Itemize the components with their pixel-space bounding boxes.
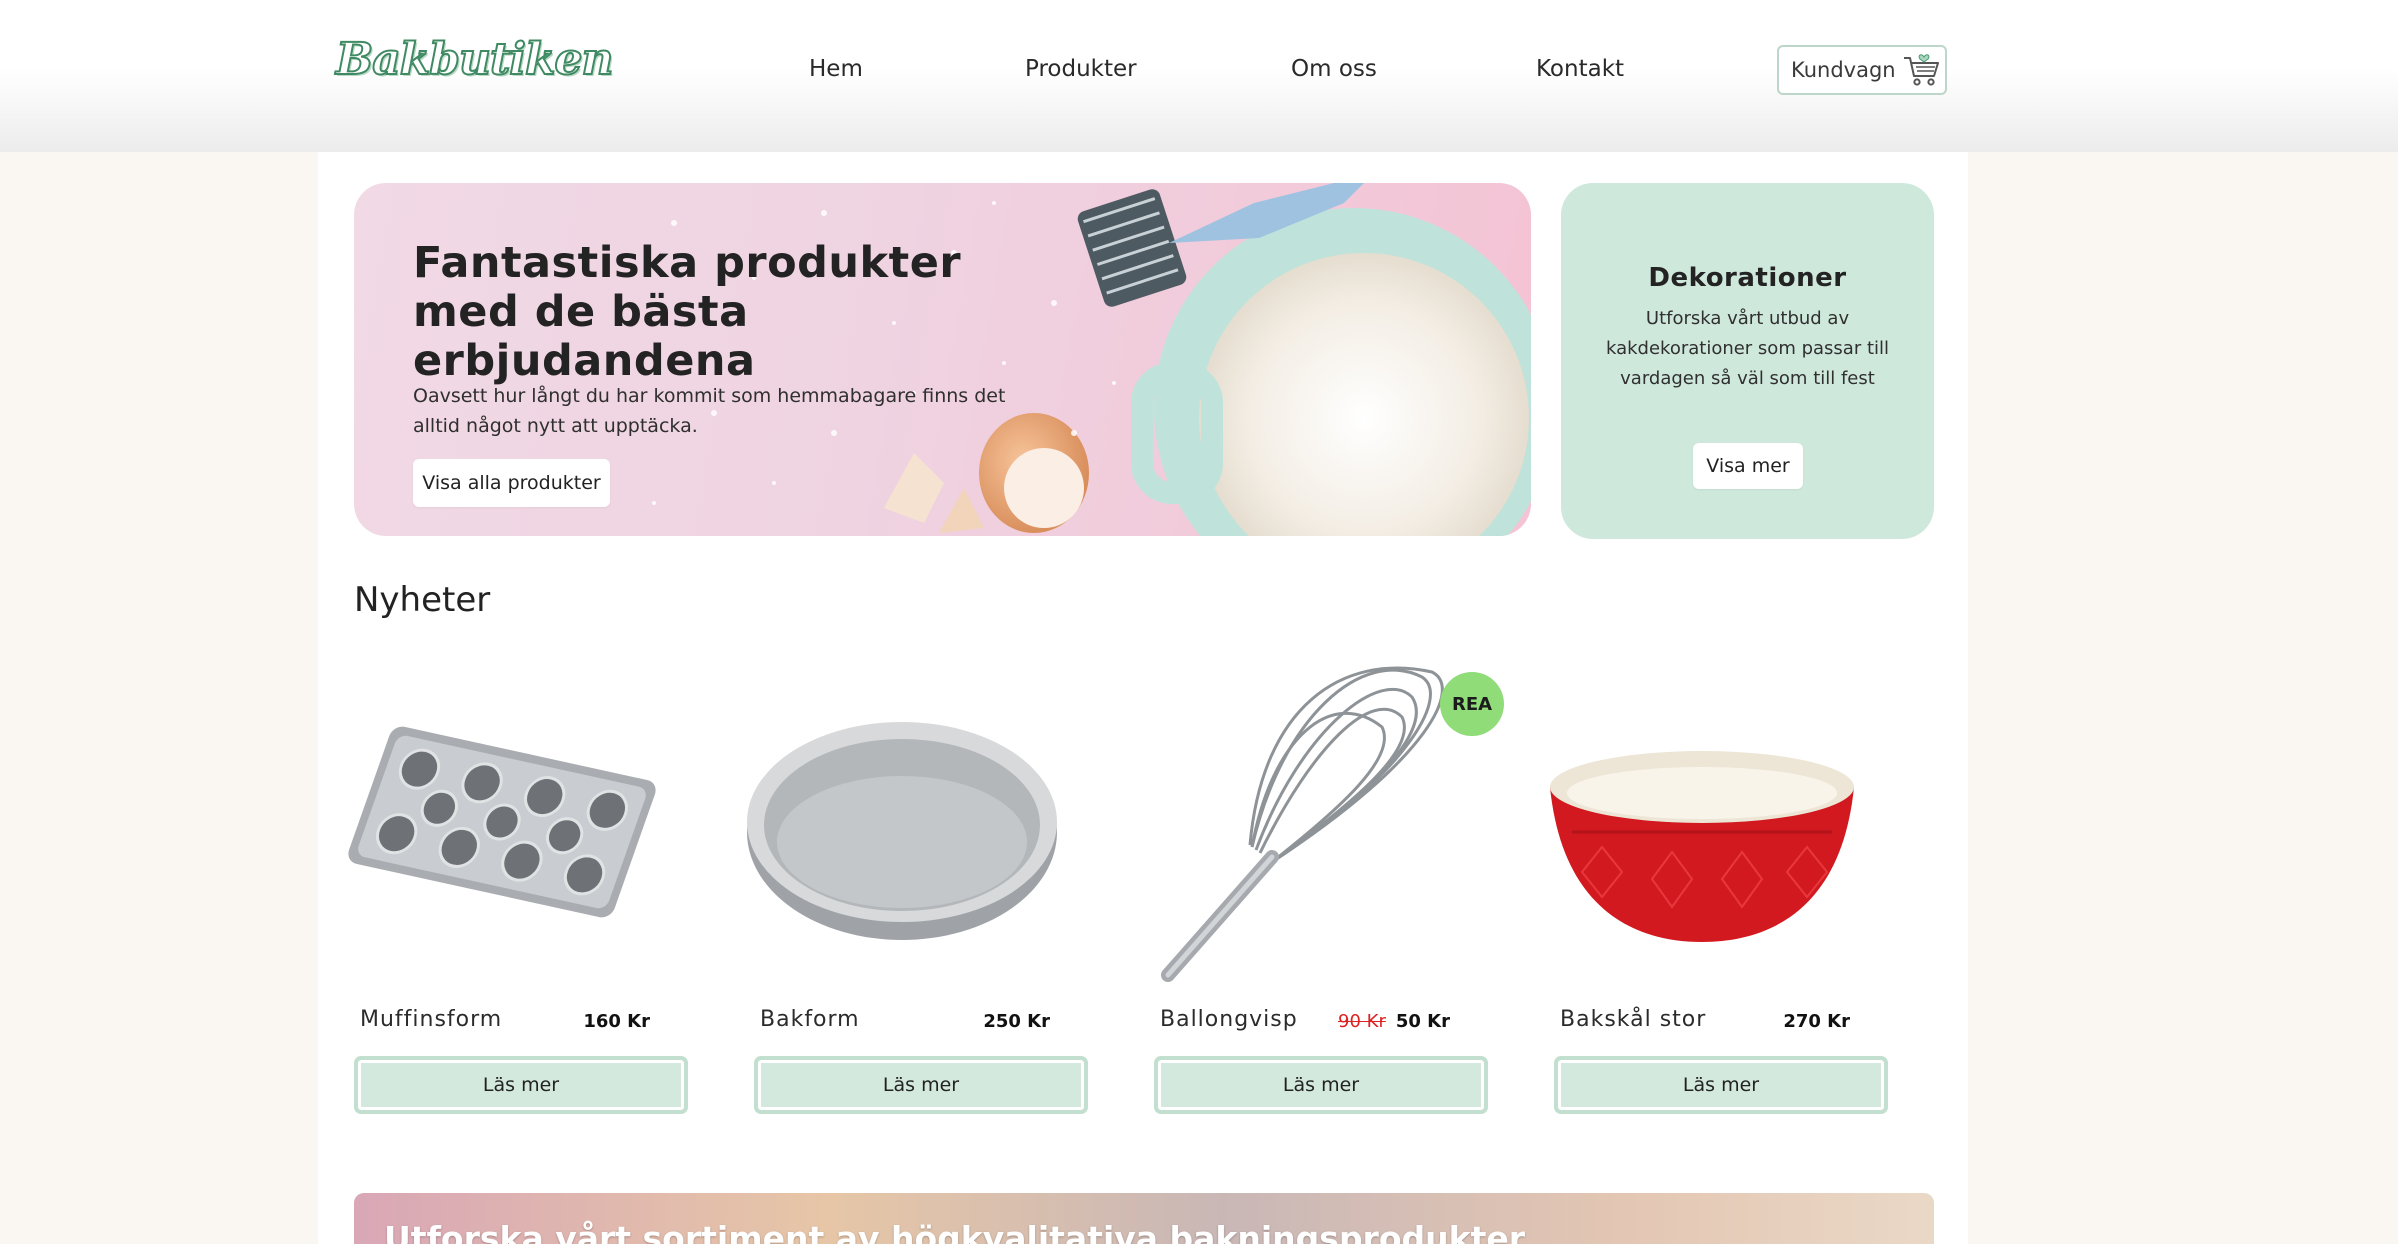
decorations-card: Dekorationer Utforska vårt utbud av kakd… [1561, 183, 1934, 539]
product-price: 270 Kr [1783, 1011, 1850, 1032]
read-more-button[interactable]: Läs mer [1154, 1056, 1488, 1114]
product-card: Bakskål stor 270 Kr Läs mer [1532, 657, 1888, 1127]
hero-description: Oavsett hur långt du har kommit som hemm… [413, 385, 1006, 437]
whisk-image[interactable] [1132, 657, 1472, 987]
nav-link-about[interactable]: Om oss [1291, 56, 1377, 82]
decorations-title: Dekorationer [1648, 263, 1847, 293]
main-content: Fantastiska produkter med de bästa erbju… [318, 152, 1968, 1244]
product-card: Muffinsform 160 Kr Läs mer [332, 657, 688, 1127]
decorations-description: Utforska vårt utbud av kakdekorationer s… [1605, 308, 1890, 389]
mixing-bowl-image[interactable] [1532, 657, 1872, 987]
sale-badge: REA [1440, 672, 1504, 736]
product-name: Ballongvisp [1160, 1007, 1298, 1032]
cart-button[interactable]: Kundvagn [1777, 45, 1947, 95]
read-more-button[interactable]: Läs mer [354, 1056, 688, 1114]
cart-label: Kundvagn [1791, 58, 1896, 82]
cart-icon [1903, 54, 1939, 86]
muffin-tin-image[interactable] [332, 657, 672, 987]
product-price: 90 Kr 50 Kr [1338, 1011, 1450, 1032]
product-name: Bakform [760, 1007, 860, 1032]
sale-price: 50 Kr [1395, 1011, 1450, 1032]
hero-title: Fantastiska produkter med de bästa erbju… [413, 238, 962, 386]
product-name: Bakskål stor [1560, 1007, 1707, 1032]
site-header: Bakbutiken Hem Produkter Om oss Kontakt … [0, 0, 2398, 152]
product-price: 160 Kr [583, 1011, 650, 1032]
product-card: Bakform 250 Kr Läs mer [732, 657, 1088, 1127]
cake-pan-image[interactable] [732, 657, 1072, 987]
view-more-decorations-button[interactable]: Visa mer [1693, 443, 1803, 489]
site-logo[interactable]: Bakbutiken [335, 33, 614, 86]
nav-link-home[interactable]: Hem [809, 56, 863, 82]
read-more-button[interactable]: Läs mer [754, 1056, 1088, 1114]
nav-link-contact[interactable]: Kontakt [1536, 56, 1624, 82]
product-card: Ballongvisp 90 Kr 50 Kr Läs mer [1132, 657, 1488, 1127]
product-price: 250 Kr [983, 1011, 1050, 1032]
hero-banner: Fantastiska produkter med de bästa erbju… [354, 183, 1531, 536]
assortment-banner-title: Utforska vårt sortiment av högkvalitativ… [384, 1219, 1525, 1244]
read-more-button[interactable]: Läs mer [1554, 1056, 1888, 1114]
news-section-title: Nyheter [354, 580, 491, 620]
product-name: Muffinsform [360, 1007, 503, 1032]
assortment-banner: Utforska vårt sortiment av högkvalitativ… [354, 1193, 1934, 1244]
old-price: 90 Kr [1338, 1011, 1386, 1032]
nav-link-products[interactable]: Produkter [1025, 56, 1137, 82]
view-all-products-button[interactable]: Visa alla produkter [413, 459, 610, 507]
